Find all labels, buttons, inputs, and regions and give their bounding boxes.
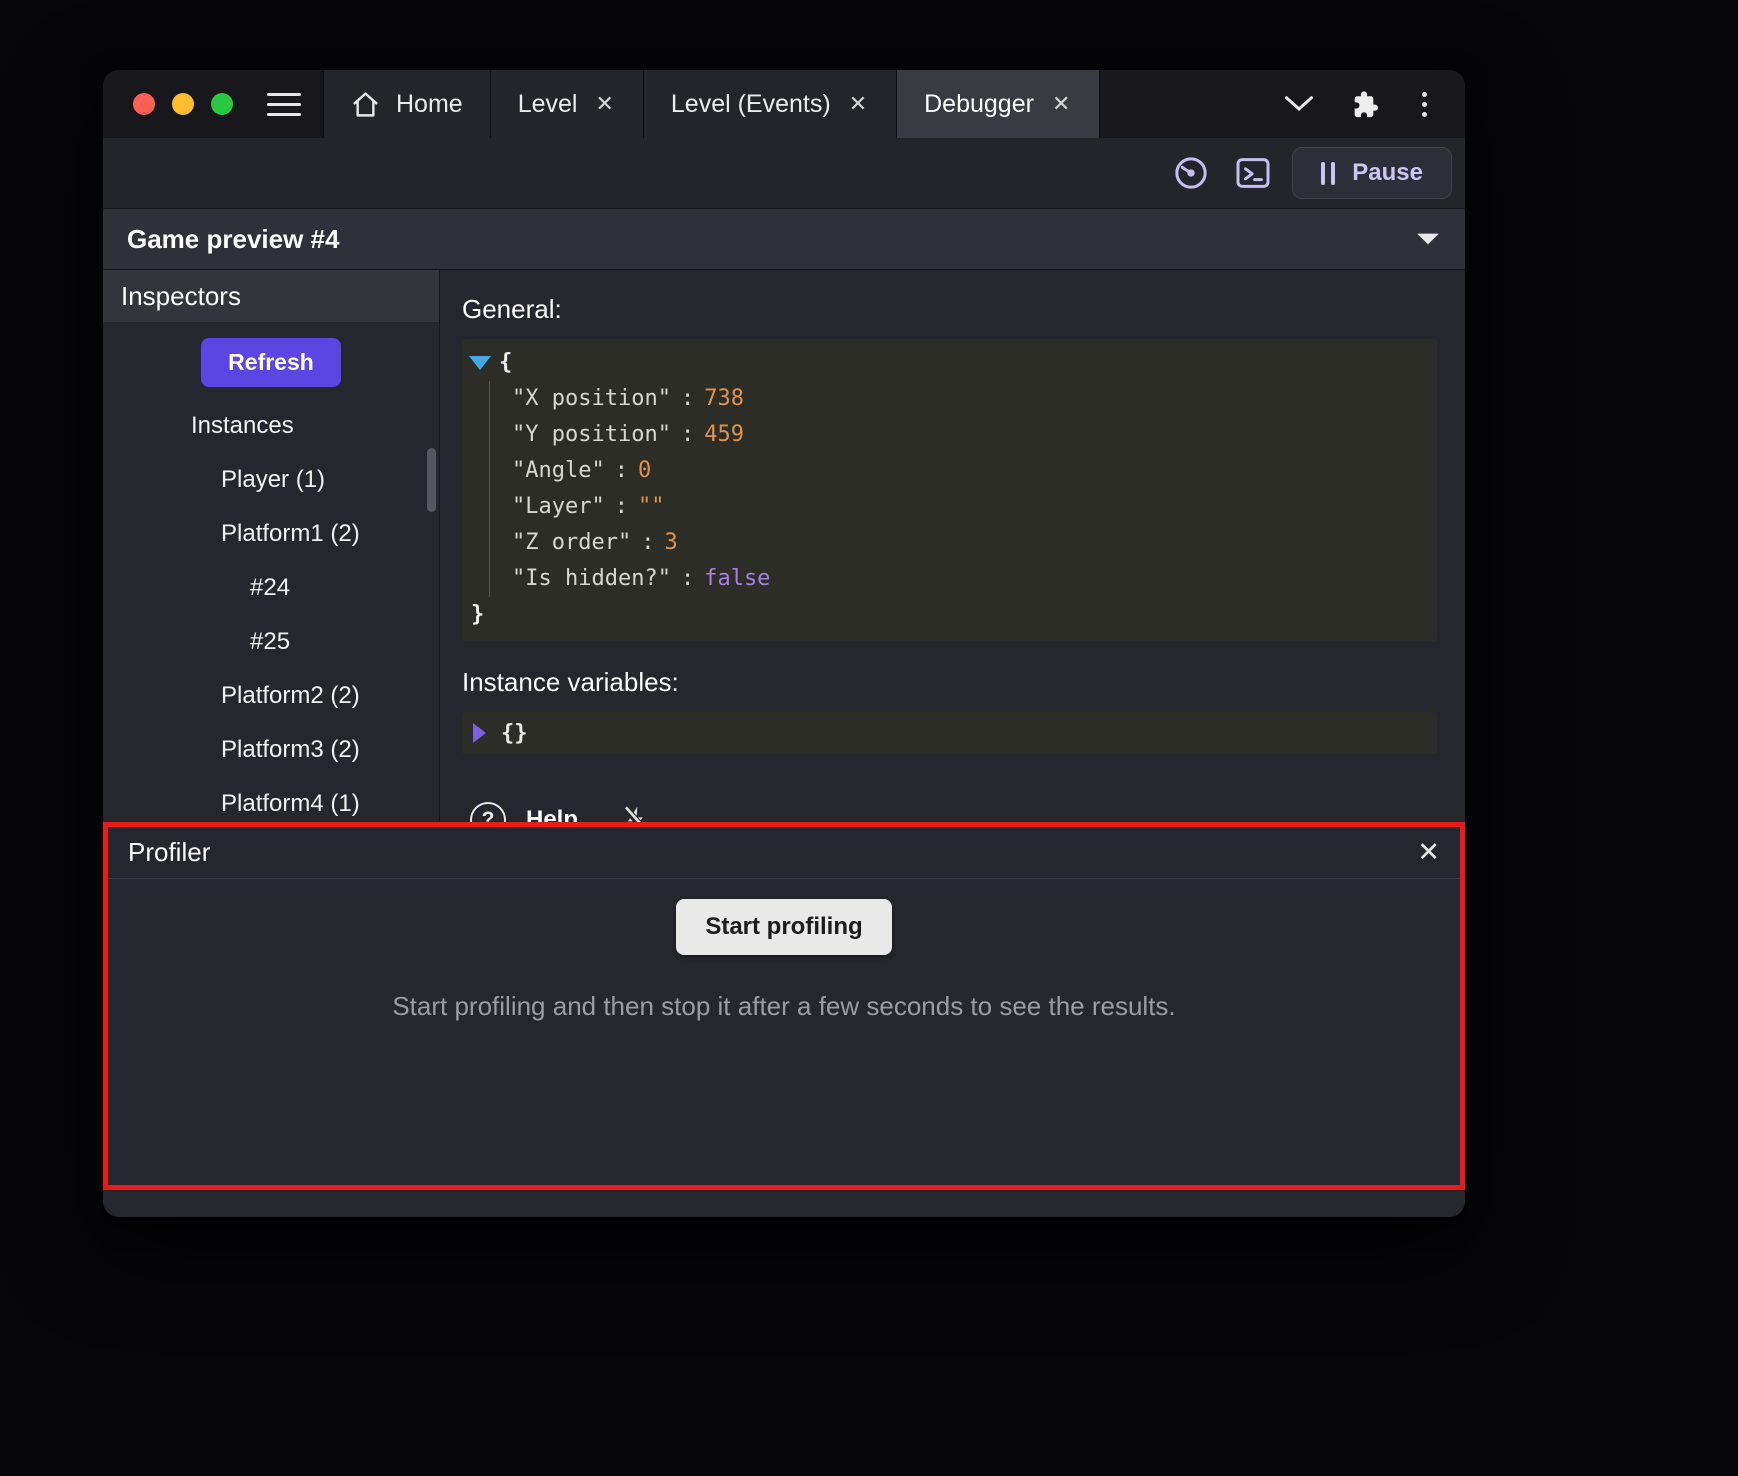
property-value: 459 xyxy=(704,417,744,453)
property-row: "Z order":3 xyxy=(512,525,1437,561)
collapse-chevron-icon[interactable] xyxy=(1415,231,1441,247)
close-window-button[interactable] xyxy=(133,93,155,115)
pause-label: Pause xyxy=(1352,159,1423,187)
profiler-header: Profiler ✕ xyxy=(108,827,1460,879)
maximize-window-button[interactable] xyxy=(211,93,233,115)
collapse-triangle-icon[interactable] xyxy=(469,356,491,370)
json-close-row: } xyxy=(462,597,1437,633)
close-tab-icon[interactable]: ✕ xyxy=(593,91,615,117)
tab-bar: Home Level ✕ Level (Events) ✕ Debugger ✕ xyxy=(103,70,1465,138)
property-key: "X position" xyxy=(512,381,671,417)
general-properties-panel: { "X position":738 "Y position":459 "Ang… xyxy=(462,339,1437,641)
property-value: "" xyxy=(638,489,665,525)
inspectors-tree: Refresh Instances Player (1) Platform1 (… xyxy=(103,322,439,822)
property-value: 0 xyxy=(638,453,651,489)
profiler-icon[interactable] xyxy=(1168,150,1214,196)
property-row: "Angle":0 xyxy=(512,453,1437,489)
extensions-puzzle-icon[interactable] xyxy=(1350,88,1382,120)
property-value: 3 xyxy=(664,525,677,561)
property-key: "Angle" xyxy=(512,453,605,489)
inspectors-sidebar: Inspectors Refresh Instances Player (1) … xyxy=(103,270,440,822)
instance-variables-heading: Instance variables: xyxy=(462,667,1437,698)
tree-item-instances[interactable]: Instances xyxy=(103,399,439,453)
property-colon: : xyxy=(615,453,628,489)
property-value: false xyxy=(704,561,770,597)
help-row: ? Help xyxy=(462,802,1437,822)
chevron-down-icon[interactable] xyxy=(1284,95,1314,113)
app-window: Home Level ✕ Level (Events) ✕ Debugger ✕ xyxy=(103,70,1465,1217)
tab-debugger[interactable]: Debugger ✕ xyxy=(896,70,1100,138)
inspector-pane: General: { "X position":738 "Y position"… xyxy=(440,270,1465,822)
tab-level-events[interactable]: Level (Events) ✕ xyxy=(643,70,896,138)
expand-triangle-icon[interactable] xyxy=(473,723,486,743)
tab-label: Debugger xyxy=(924,90,1034,119)
tab-label: Level xyxy=(518,90,578,119)
property-key: "Is hidden?" xyxy=(512,561,671,597)
json-open-row: { xyxy=(462,345,1437,381)
tree-item-player[interactable]: Player (1) xyxy=(103,453,439,507)
property-colon: : xyxy=(681,417,694,453)
property-row: "Layer": "" xyxy=(512,489,1437,525)
tree-item-instance-24[interactable]: #24 xyxy=(103,561,439,615)
instance-variables-panel: {} xyxy=(462,712,1437,754)
property-colon: : xyxy=(615,489,628,525)
tab-label: Home xyxy=(396,90,463,119)
property-row: "X position":738 xyxy=(512,381,1437,417)
close-brace: } xyxy=(471,597,484,633)
console-icon[interactable] xyxy=(1230,150,1276,196)
window-bottom-strip xyxy=(103,1190,1465,1217)
tab-level[interactable]: Level ✕ xyxy=(490,70,643,138)
tree-item-platform3[interactable]: Platform3 (2) xyxy=(103,723,439,777)
property-row: "Is hidden?": false xyxy=(512,561,1437,597)
property-key: "Layer" xyxy=(512,489,605,525)
profiler-description: Start profiling and then stop it after a… xyxy=(392,991,1175,1022)
refresh-button[interactable]: Refresh xyxy=(201,338,341,387)
game-preview-title: Game preview #4 xyxy=(127,224,339,255)
property-row: "Y position":459 xyxy=(512,417,1437,453)
property-list: "X position":738 "Y position":459 "Angle… xyxy=(489,381,1437,597)
inspectors-header: Inspectors xyxy=(103,270,439,322)
flash-off-icon[interactable] xyxy=(620,804,652,822)
open-brace: { xyxy=(499,345,512,381)
help-label[interactable]: Help xyxy=(526,806,578,822)
property-value: 738 xyxy=(704,381,744,417)
close-profiler-icon[interactable]: ✕ xyxy=(1417,837,1440,868)
property-colon: : xyxy=(681,561,694,597)
sidebar-scrollbar[interactable] xyxy=(427,448,436,512)
profiler-body: Start profiling Start profiling and then… xyxy=(108,879,1460,1185)
tab-label: Level (Events) xyxy=(671,90,831,119)
start-profiling-button[interactable]: Start profiling xyxy=(676,899,891,955)
profiler-title: Profiler xyxy=(128,837,210,868)
tab-bar-right xyxy=(1284,70,1465,138)
pause-icon xyxy=(1321,162,1335,185)
profiler-panel: Profiler ✕ Start profiling Start profili… xyxy=(103,822,1465,1190)
home-icon xyxy=(351,90,380,119)
property-key: "Y position" xyxy=(512,417,671,453)
close-tab-icon[interactable]: ✕ xyxy=(1050,91,1072,117)
tree-item-instance-25[interactable]: #25 xyxy=(103,615,439,669)
window-controls xyxy=(103,70,259,138)
pause-button[interactable]: Pause xyxy=(1292,147,1452,199)
property-colon: : xyxy=(681,381,694,417)
tab-home[interactable]: Home xyxy=(323,70,490,138)
instance-variables-value: {} xyxy=(501,721,528,746)
more-options-icon[interactable] xyxy=(1418,88,1431,121)
menu-icon[interactable] xyxy=(267,70,301,138)
debugger-content: Inspectors Refresh Instances Player (1) … xyxy=(103,270,1465,822)
tree-item-platform1[interactable]: Platform1 (2) xyxy=(103,507,439,561)
help-icon[interactable]: ? xyxy=(470,802,506,822)
minimize-window-button[interactable] xyxy=(172,93,194,115)
tree-item-platform4[interactable]: Platform4 (1) xyxy=(103,777,439,822)
debugger-toolbar: Pause xyxy=(103,138,1465,208)
tree-item-platform2[interactable]: Platform2 (2) xyxy=(103,669,439,723)
property-key: "Z order" xyxy=(512,525,631,561)
tabs: Home Level ✕ Level (Events) ✕ Debugger ✕ xyxy=(323,70,1100,138)
game-preview-bar[interactable]: Game preview #4 xyxy=(103,208,1465,270)
close-tab-icon[interactable]: ✕ xyxy=(847,91,869,117)
property-colon: : xyxy=(641,525,654,561)
general-heading: General: xyxy=(462,294,1437,325)
